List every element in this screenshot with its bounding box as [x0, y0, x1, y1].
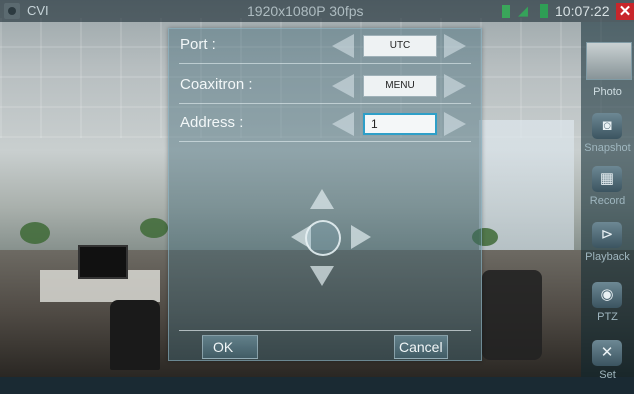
ptz-center-button[interactable]: [305, 220, 341, 256]
office-chair: [482, 270, 542, 360]
port-label: Port :: [180, 36, 216, 53]
plant: [140, 218, 168, 238]
ok-button[interactable]: OK: [202, 335, 258, 359]
resolution-label: 1920x1080P 30fps: [247, 3, 364, 19]
coaxitron-row: Coaxitron : MENU: [179, 69, 471, 104]
address-label: Address :: [180, 114, 244, 131]
record-label: Record: [589, 195, 626, 207]
ptz-button[interactable]: ◉ PTZ: [581, 278, 634, 336]
plant: [20, 222, 50, 244]
divider: [179, 330, 471, 331]
ptz-icon: ◉: [592, 282, 622, 308]
close-icon[interactable]: ✕: [616, 3, 634, 20]
camera-icon: ◙: [592, 113, 622, 139]
port-next-arrow-icon[interactable]: [444, 34, 466, 58]
coaxitron-next-arrow-icon[interactable]: [444, 74, 466, 98]
photo-button[interactable]: Photo: [581, 30, 634, 98]
pan-up-arrow-icon[interactable]: [310, 189, 334, 209]
network-icon: ◢: [518, 3, 528, 18]
clock: 10:07:22: [555, 3, 610, 19]
coaxitron-label: Coaxitron :: [180, 76, 253, 93]
ptz-label: PTZ: [597, 311, 618, 323]
settings-icon: ✕: [592, 340, 622, 366]
office-chair: [110, 300, 160, 370]
photo-icon: [586, 42, 632, 80]
cancel-button[interactable]: Cancel: [394, 335, 448, 359]
app-name: CVI: [27, 3, 49, 18]
playback-icon: ⊳: [592, 222, 622, 248]
coaxitron-value[interactable]: MENU: [363, 75, 437, 97]
app-icon: [4, 3, 20, 19]
port-row: Port : UTC: [179, 29, 471, 64]
playback-label: Playback: [585, 251, 630, 263]
monitor: [78, 245, 128, 279]
address-next-arrow-icon[interactable]: [444, 112, 466, 136]
pan-down-arrow-icon[interactable]: [310, 266, 334, 286]
tool-sidebar: Photo ◙ Snapshot ▦ Record ⊳ Playback ◉ P…: [581, 22, 634, 381]
port-value[interactable]: UTC: [363, 35, 437, 57]
address-row: Address : 1: [179, 107, 471, 142]
address-prev-arrow-icon[interactable]: [332, 112, 354, 136]
photo-label: Photo: [593, 86, 622, 98]
address-input[interactable]: 1: [363, 113, 437, 135]
pan-right-arrow-icon[interactable]: [351, 225, 371, 249]
coaxitron-prev-arrow-icon[interactable]: [332, 74, 354, 98]
record-icon: ▦: [592, 166, 622, 192]
ptz-dialog: Port : UTC Coaxitron : MENU Address : 1 …: [168, 28, 482, 361]
settings-label: Set: [599, 369, 616, 381]
record-button[interactable]: ▦ Record: [581, 162, 634, 220]
snapshot-label: Snapshot: [584, 142, 631, 154]
signal-icon: [540, 4, 548, 18]
battery-icon: [502, 5, 510, 18]
playback-button[interactable]: ⊳ Playback: [581, 218, 634, 276]
port-prev-arrow-icon[interactable]: [332, 34, 354, 58]
snapshot-button[interactable]: ◙ Snapshot: [581, 109, 634, 167]
settings-button[interactable]: ✕ Set: [581, 336, 634, 394]
status-bar: CVI 1920x1080P 30fps ◢ 10:07:22 ✕: [0, 0, 634, 22]
